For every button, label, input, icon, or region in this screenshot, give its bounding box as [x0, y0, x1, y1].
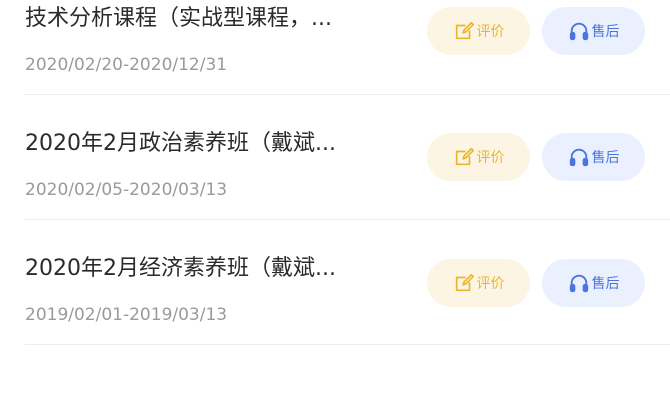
course-date-range: 2020/02/20-2020/12/31: [25, 55, 228, 75]
review-label: 评价: [476, 150, 505, 166]
headphones-icon: [568, 20, 590, 42]
after-sales-label: 售后: [591, 276, 620, 292]
review-label: 评价: [476, 276, 505, 292]
headphones-icon: [568, 272, 590, 294]
review-button[interactable]: 评价: [427, 133, 530, 181]
edit-icon: [453, 146, 475, 168]
review-button[interactable]: 评价: [427, 259, 530, 307]
after-sales-button[interactable]: 售后: [542, 7, 645, 55]
list-item: 2020年2月政治素养班（戴斌... 2020/02/05-2020/03/13…: [25, 95, 670, 220]
list-item: 2020年2月经济素养班（戴斌... 2019/02/01-2019/03/13…: [25, 220, 670, 345]
edit-icon: [453, 20, 475, 42]
course-title[interactable]: 2020年2月政治素养班（戴斌...: [25, 130, 417, 158]
course-date-range: 2020/02/05-2020/03/13: [25, 180, 228, 200]
list-item: 技术分析课程（实战型课程，... 2020/02/20-2020/12/31 评…: [25, 0, 670, 95]
order-list: 技术分析课程（实战型课程，... 2020/02/20-2020/12/31 评…: [0, 0, 670, 415]
after-sales-label: 售后: [591, 150, 620, 166]
course-title[interactable]: 技术分析课程（实战型课程，...: [25, 5, 417, 33]
after-sales-button[interactable]: 售后: [542, 259, 645, 307]
review-label: 评价: [476, 24, 505, 40]
after-sales-button[interactable]: 售后: [542, 133, 645, 181]
headphones-icon: [568, 146, 590, 168]
course-date-range: 2019/02/01-2019/03/13: [25, 305, 228, 325]
after-sales-label: 售后: [591, 24, 620, 40]
course-title[interactable]: 2020年2月经济素养班（戴斌...: [25, 255, 417, 283]
review-button[interactable]: 评价: [427, 7, 530, 55]
edit-icon: [453, 272, 475, 294]
